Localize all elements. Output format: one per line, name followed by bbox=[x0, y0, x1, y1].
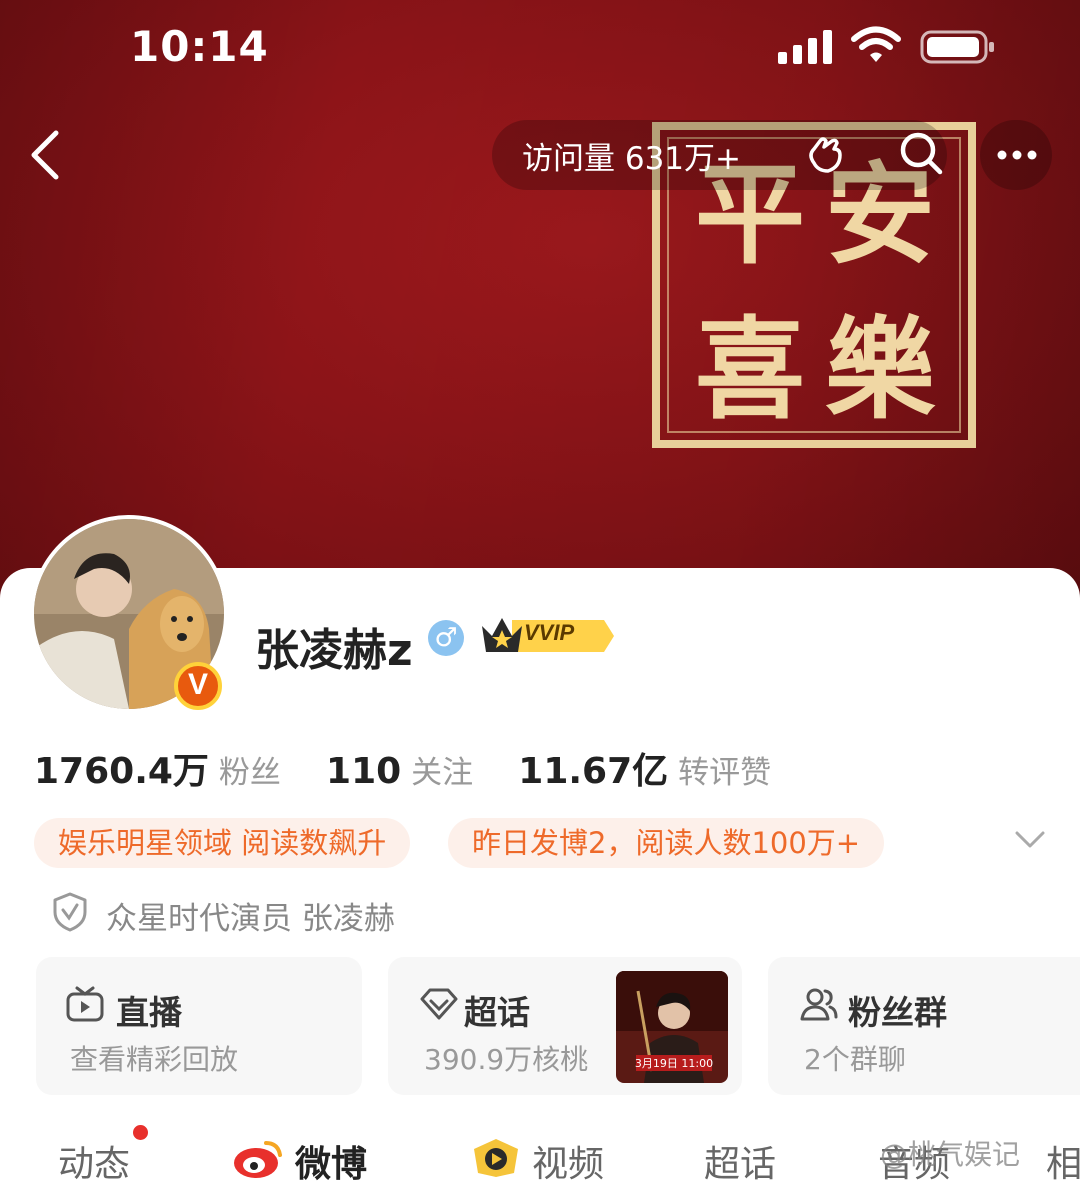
tv-icon bbox=[66, 986, 104, 1022]
shield-check-icon bbox=[53, 892, 87, 932]
profile-stats: 1760.4万 粉丝 110 关注 11.67亿 转评赞 bbox=[34, 742, 811, 794]
super-topic-poster[interactable]: 3月19日 11:00 bbox=[616, 971, 728, 1083]
stat-value: 1760.4万 bbox=[34, 751, 209, 792]
more-options-button[interactable] bbox=[980, 120, 1052, 190]
tile-live-title: 直播 bbox=[116, 993, 182, 1032]
vvip-label: VVIP bbox=[524, 620, 575, 645]
back-arrow-icon[interactable] bbox=[26, 129, 66, 181]
wifi-icon bbox=[851, 26, 901, 62]
seal-char-3: 喜 bbox=[695, 305, 805, 434]
stat-value: 110 bbox=[326, 751, 402, 792]
poster-date: 3月19日 11:00 bbox=[635, 1057, 713, 1070]
tile-super-topic-subtitle: 390.9万核桃 bbox=[424, 1043, 589, 1076]
watermark: @桃气娱记 bbox=[880, 1138, 1021, 1171]
video-badge-icon bbox=[474, 1139, 518, 1177]
tile-fan-group-subtitle: 2个群聊 bbox=[804, 1043, 906, 1076]
new-activity-dot bbox=[133, 1125, 148, 1140]
search-icon[interactable] bbox=[898, 130, 944, 176]
verification-text: 众星时代演员 张凌赫 bbox=[106, 901, 395, 937]
more-dots-icon bbox=[997, 150, 1037, 160]
tile-live-subtitle: 查看精彩回放 bbox=[70, 1043, 239, 1076]
tag-yesterday-posts[interactable]: 昨日发博2，阅读人数100万+ bbox=[448, 818, 885, 868]
profile-name: 张凌赫z bbox=[255, 625, 413, 676]
group-users-icon bbox=[800, 988, 838, 1021]
battery-icon bbox=[920, 30, 994, 64]
stat-followers[interactable]: 1760.4万 粉丝 bbox=[34, 742, 281, 794]
gender-male-icon: ♂ bbox=[428, 620, 464, 656]
seal-char-4: 樂 bbox=[825, 305, 936, 434]
status-bar: 10:14 bbox=[0, 0, 1080, 95]
verified-v-badge: V bbox=[174, 662, 222, 710]
tile-super-topic-title: 超话 bbox=[464, 993, 530, 1032]
tab-photos[interactable]: 相 bbox=[1046, 1135, 1080, 1187]
tag-reading-surge[interactable]: 娱乐明星领域 阅读数飙升 bbox=[34, 818, 411, 868]
poke-hand-icon[interactable] bbox=[804, 133, 846, 175]
tab-feed[interactable]: 动态 bbox=[58, 1135, 130, 1187]
visit-count[interactable]: 访问量 631万+ bbox=[522, 133, 741, 178]
tab-super-topic[interactable]: 超话 bbox=[704, 1135, 776, 1187]
tab-weibo[interactable]: 微博 bbox=[295, 1135, 367, 1187]
diamond-icon bbox=[420, 988, 458, 1020]
weibo-logo-icon bbox=[234, 1141, 282, 1178]
cellular-signal-icon bbox=[778, 30, 832, 64]
stat-value: 11.67亿 bbox=[518, 751, 669, 792]
stat-label: 转评赞 bbox=[678, 755, 772, 791]
status-time: 10:14 bbox=[130, 22, 269, 71]
stat-following[interactable]: 110 关注 bbox=[326, 747, 473, 792]
stat-interactions[interactable]: 11.67亿 转评赞 bbox=[518, 742, 771, 794]
stat-label: 关注 bbox=[411, 755, 474, 791]
stat-label: 粉丝 bbox=[218, 755, 281, 791]
tab-video[interactable]: 视频 bbox=[532, 1135, 604, 1187]
top-nav: 访问量 631万+ bbox=[0, 115, 1080, 195]
tile-fan-group-title: 粉丝群 bbox=[848, 993, 947, 1032]
chevron-down-icon[interactable] bbox=[1014, 828, 1046, 852]
